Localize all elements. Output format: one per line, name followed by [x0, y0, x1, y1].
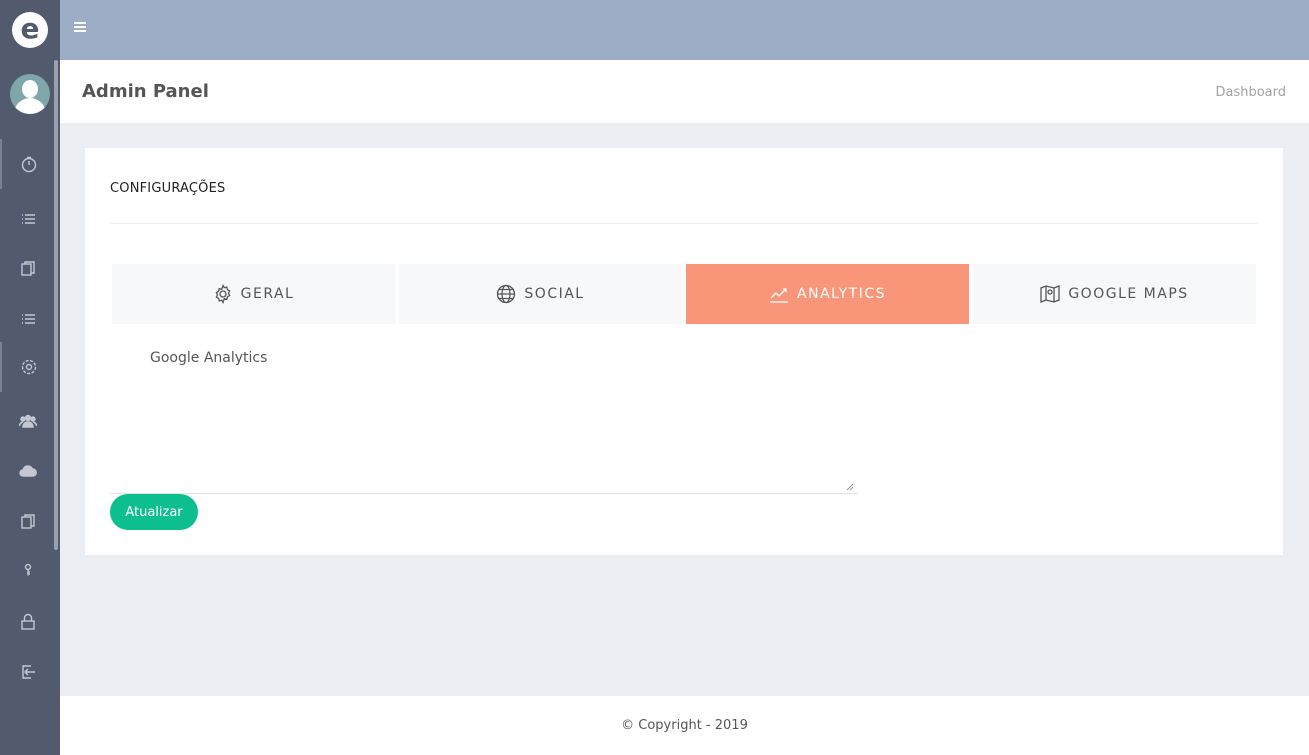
users-icon — [19, 414, 37, 428]
logout-icon — [22, 665, 35, 679]
breadcrumb[interactable]: Dashboard — [1215, 85, 1286, 100]
lock-icon — [21, 613, 35, 630]
avatar[interactable] — [10, 74, 50, 114]
card-title: CONFIGURAÇÕES — [110, 181, 226, 196]
tab-bar: GERAL SOCIAL ANALYTICS GOOGLE MAPS — [112, 264, 1256, 324]
sidebar-item-dashboard[interactable] — [0, 139, 56, 189]
copyright-text: © Copyright - 2019 — [621, 718, 748, 733]
sidebar-item-users[interactable] — [0, 396, 56, 446]
tab-label: GOOGLE MAPS — [1068, 286, 1189, 302]
sidebar-item-pages[interactable] — [0, 244, 56, 294]
list-icon — [22, 314, 35, 324]
pages-icon — [21, 514, 35, 529]
update-button[interactable]: Atualizar — [110, 494, 198, 530]
divider — [110, 223, 1258, 224]
footer: © Copyright - 2019 — [60, 696, 1309, 755]
map-icon — [1040, 285, 1060, 303]
sidebar-item-pages-2[interactable] — [0, 497, 56, 547]
sidebar-item-cloud[interactable] — [0, 446, 56, 496]
sidebar-item-lock[interactable] — [0, 597, 56, 647]
sidebar-item-list[interactable] — [0, 194, 56, 244]
list-icon — [22, 214, 35, 224]
cloud-icon — [19, 465, 37, 477]
tab-google-maps[interactable]: GOOGLE MAPS — [973, 264, 1256, 324]
pages-icon — [21, 261, 35, 276]
page-title: Admin Panel — [82, 81, 209, 102]
settings-card: CONFIGURAÇÕES GERAL SOCIAL ANALYTICS GOO… — [85, 148, 1283, 555]
sidebar-item-settings[interactable] — [0, 342, 56, 392]
globe-icon — [497, 284, 516, 304]
page-header: Admin Panel Dashboard — [60, 60, 1309, 123]
tab-label: GERAL — [240, 286, 295, 302]
chart-line-icon — [770, 288, 789, 303]
dashboard-icon — [21, 156, 37, 173]
tab-label: SOCIAL — [524, 286, 585, 302]
google-analytics-label: Google Analytics — [150, 350, 268, 366]
tab-label: ANALYTICS — [797, 286, 886, 302]
sidebar: e — [0, 0, 60, 755]
tab-geral[interactable]: GERAL — [112, 264, 395, 324]
topbar — [60, 0, 1309, 60]
resize-grip-icon[interactable] — [846, 483, 854, 491]
hamburger-menu-icon[interactable] — [74, 22, 90, 38]
tab-analytics[interactable]: ANALYTICS — [686, 264, 969, 324]
google-analytics-textarea[interactable] — [110, 374, 858, 494]
sidebar-item-key[interactable] — [0, 545, 56, 595]
key-icon — [24, 563, 32, 576]
app-logo[interactable]: e — [0, 0, 60, 60]
sidebar-item-list-2[interactable] — [0, 294, 56, 344]
settings-icon — [21, 359, 37, 375]
logo-e-icon: e — [12, 12, 48, 48]
tab-social[interactable]: SOCIAL — [399, 264, 682, 324]
sidebar-item-logout[interactable] — [0, 647, 56, 697]
gear-icon — [215, 284, 231, 304]
